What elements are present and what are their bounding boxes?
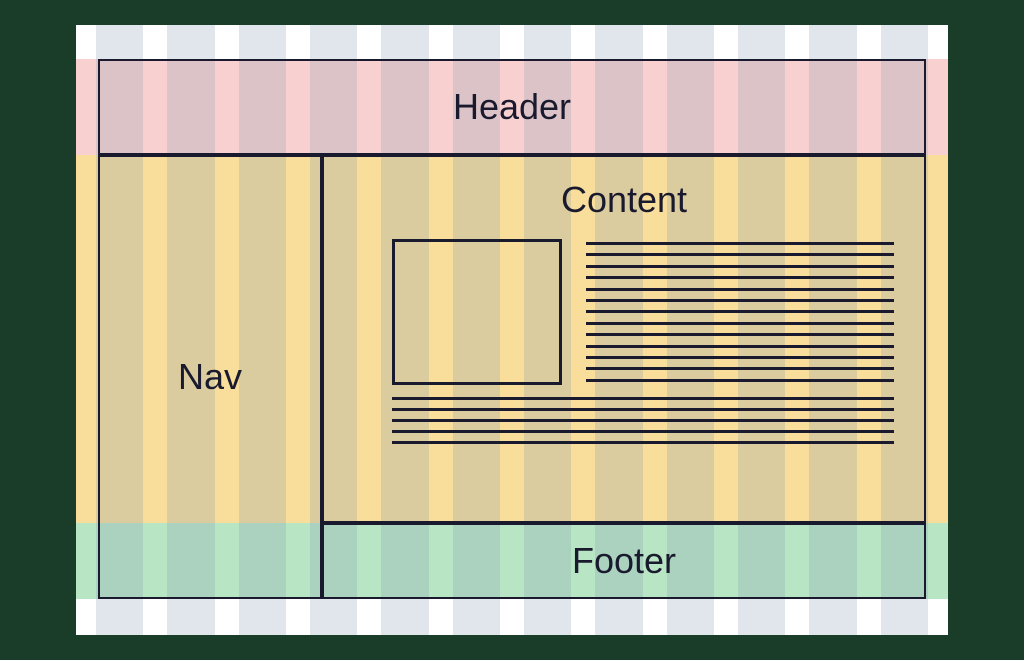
text-line [392,408,894,411]
text-line [392,430,894,433]
text-line [586,379,894,382]
text-line [392,441,894,444]
layout-diagram-canvas: Header Nav Content [76,25,948,635]
footer-label: Footer [572,540,676,582]
text-line [586,299,894,302]
nav-region: Nav [98,155,322,599]
text-line [586,276,894,279]
content-placeholder [354,239,894,499]
text-lines-right [586,239,894,385]
nav-label: Nav [178,356,242,398]
footer-region: Footer [322,523,926,599]
content-region: Content [322,155,926,523]
text-line [392,397,894,400]
text-line [586,345,894,348]
text-line [586,333,894,336]
text-lines-bottom [392,397,894,444]
text-line [586,356,894,359]
text-line [586,367,894,370]
header-region: Header [98,59,926,155]
text-line [586,322,894,325]
text-line [586,265,894,268]
header-label: Header [453,86,571,128]
text-line [586,288,894,291]
content-label: Content [561,179,687,221]
text-line [586,310,894,313]
text-line [586,253,894,256]
text-line [586,242,894,245]
text-line [392,419,894,422]
image-placeholder [392,239,562,385]
